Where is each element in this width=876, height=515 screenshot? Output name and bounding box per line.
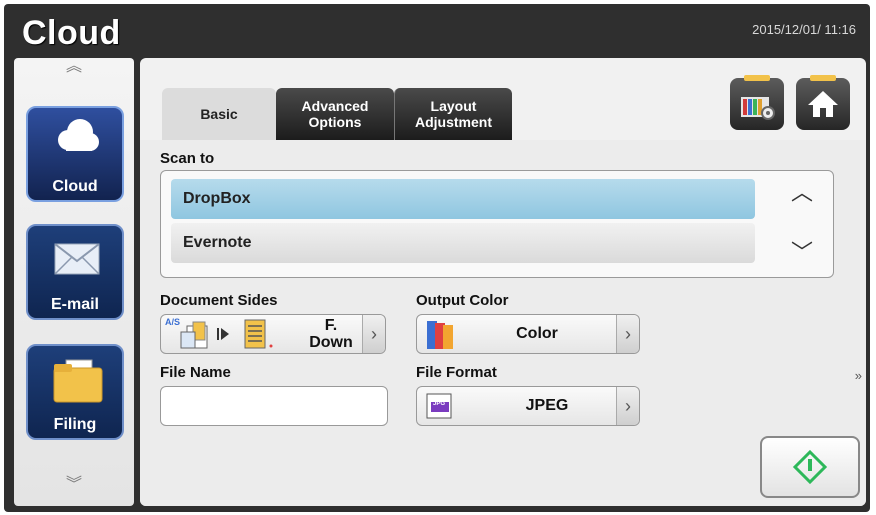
start-diamond-icon bbox=[792, 449, 828, 485]
sidebar-item-email[interactable]: E-mail bbox=[26, 224, 124, 320]
sidebar-item-label: Filing bbox=[53, 416, 97, 433]
tab-label-line: Advanced bbox=[301, 98, 369, 114]
basic-settings-pane: Scan to DropBox Evernote ︿ ﹀ Document Si… bbox=[140, 140, 866, 506]
tab-label: Advanced Options bbox=[302, 98, 369, 130]
sidebar-item-cloud[interactable]: Cloud bbox=[26, 106, 124, 202]
start-scan-button[interactable] bbox=[760, 436, 860, 498]
tab-label-line: Layout bbox=[430, 98, 477, 114]
document-sides-selector[interactable]: A/S F. Down › bbox=[160, 314, 386, 354]
scan-to-label: Scan to bbox=[160, 150, 215, 167]
scroll-up-icon[interactable]: ︽ bbox=[14, 59, 134, 75]
chevron-right-icon[interactable]: › bbox=[362, 315, 385, 353]
file-format-label: File Format bbox=[416, 364, 497, 381]
file-format-selector[interactable]: JPG JPEG › bbox=[416, 386, 640, 426]
chevron-up-icon[interactable]: ︿ bbox=[791, 175, 813, 207]
value-line: Down bbox=[309, 334, 353, 351]
envelope-icon bbox=[54, 243, 100, 275]
value-line: F. bbox=[324, 317, 338, 334]
list-item-dropbox[interactable]: DropBox bbox=[171, 179, 755, 219]
chevron-down-icon[interactable]: ﹀ bbox=[791, 235, 813, 267]
folder-icon bbox=[53, 359, 103, 403]
scroll-down-icon[interactable]: ︾ bbox=[14, 477, 134, 493]
sidebar: ︽ Cloud E-mail Filing ︾ bbox=[14, 58, 134, 506]
scan-to-list[interactable]: DropBox Evernote ︿ ﹀ bbox=[160, 170, 834, 278]
sidebar-item-filing[interactable]: Filing bbox=[26, 344, 124, 440]
scanner-settings-icon bbox=[741, 97, 775, 120]
sidebar-item-label: E-mail bbox=[50, 296, 99, 313]
tab-label: Basic bbox=[200, 106, 238, 122]
main-panel: Basic Advanced Options Layout Adjustment bbox=[140, 58, 866, 506]
output-color-label: Output Color bbox=[416, 292, 509, 309]
tab-label-line: Options bbox=[308, 114, 362, 130]
home-icon bbox=[808, 91, 838, 117]
tab-advanced-options[interactable]: Advanced Options bbox=[276, 88, 394, 140]
chevron-right-icon[interactable]: › bbox=[616, 387, 639, 425]
document-sides-icon bbox=[180, 319, 273, 349]
jpeg-file-icon-text: JPG bbox=[433, 401, 446, 407]
cloud-icon bbox=[58, 119, 99, 151]
document-sides-label: Document Sides bbox=[160, 292, 278, 309]
scanner-settings-button[interactable] bbox=[730, 75, 784, 130]
document-sides-badge: A/S bbox=[165, 317, 181, 327]
document-sides-value: F. Down bbox=[301, 317, 361, 351]
file-name-label: File Name bbox=[160, 364, 231, 381]
color-mode-icon bbox=[427, 321, 453, 349]
tab-label: Layout Adjustment bbox=[415, 98, 492, 130]
more-options-handle-icon[interactable]: » bbox=[855, 368, 862, 383]
tab-label-line: Adjustment bbox=[415, 114, 492, 130]
home-button[interactable] bbox=[796, 75, 850, 130]
file-format-value: JPEG bbox=[525, 397, 569, 414]
output-color-selector[interactable]: Color › bbox=[416, 314, 640, 354]
tab-layout-adjustment[interactable]: Layout Adjustment bbox=[394, 88, 512, 140]
list-item-evernote[interactable]: Evernote bbox=[171, 223, 755, 263]
app-title: Cloud bbox=[22, 14, 121, 52]
output-color-value: Color bbox=[516, 325, 558, 342]
file-name-input[interactable] bbox=[160, 386, 388, 426]
chevron-right-icon[interactable]: › bbox=[616, 315, 639, 353]
tab-basic[interactable]: Basic bbox=[162, 88, 276, 140]
app-frame: Cloud 2015/12/01/ 11:16 ︽ Cloud E-mail F… bbox=[4, 4, 870, 512]
datetime-display: 2015/12/01/ 11:16 bbox=[752, 22, 856, 37]
sidebar-item-label: Cloud bbox=[52, 178, 98, 195]
